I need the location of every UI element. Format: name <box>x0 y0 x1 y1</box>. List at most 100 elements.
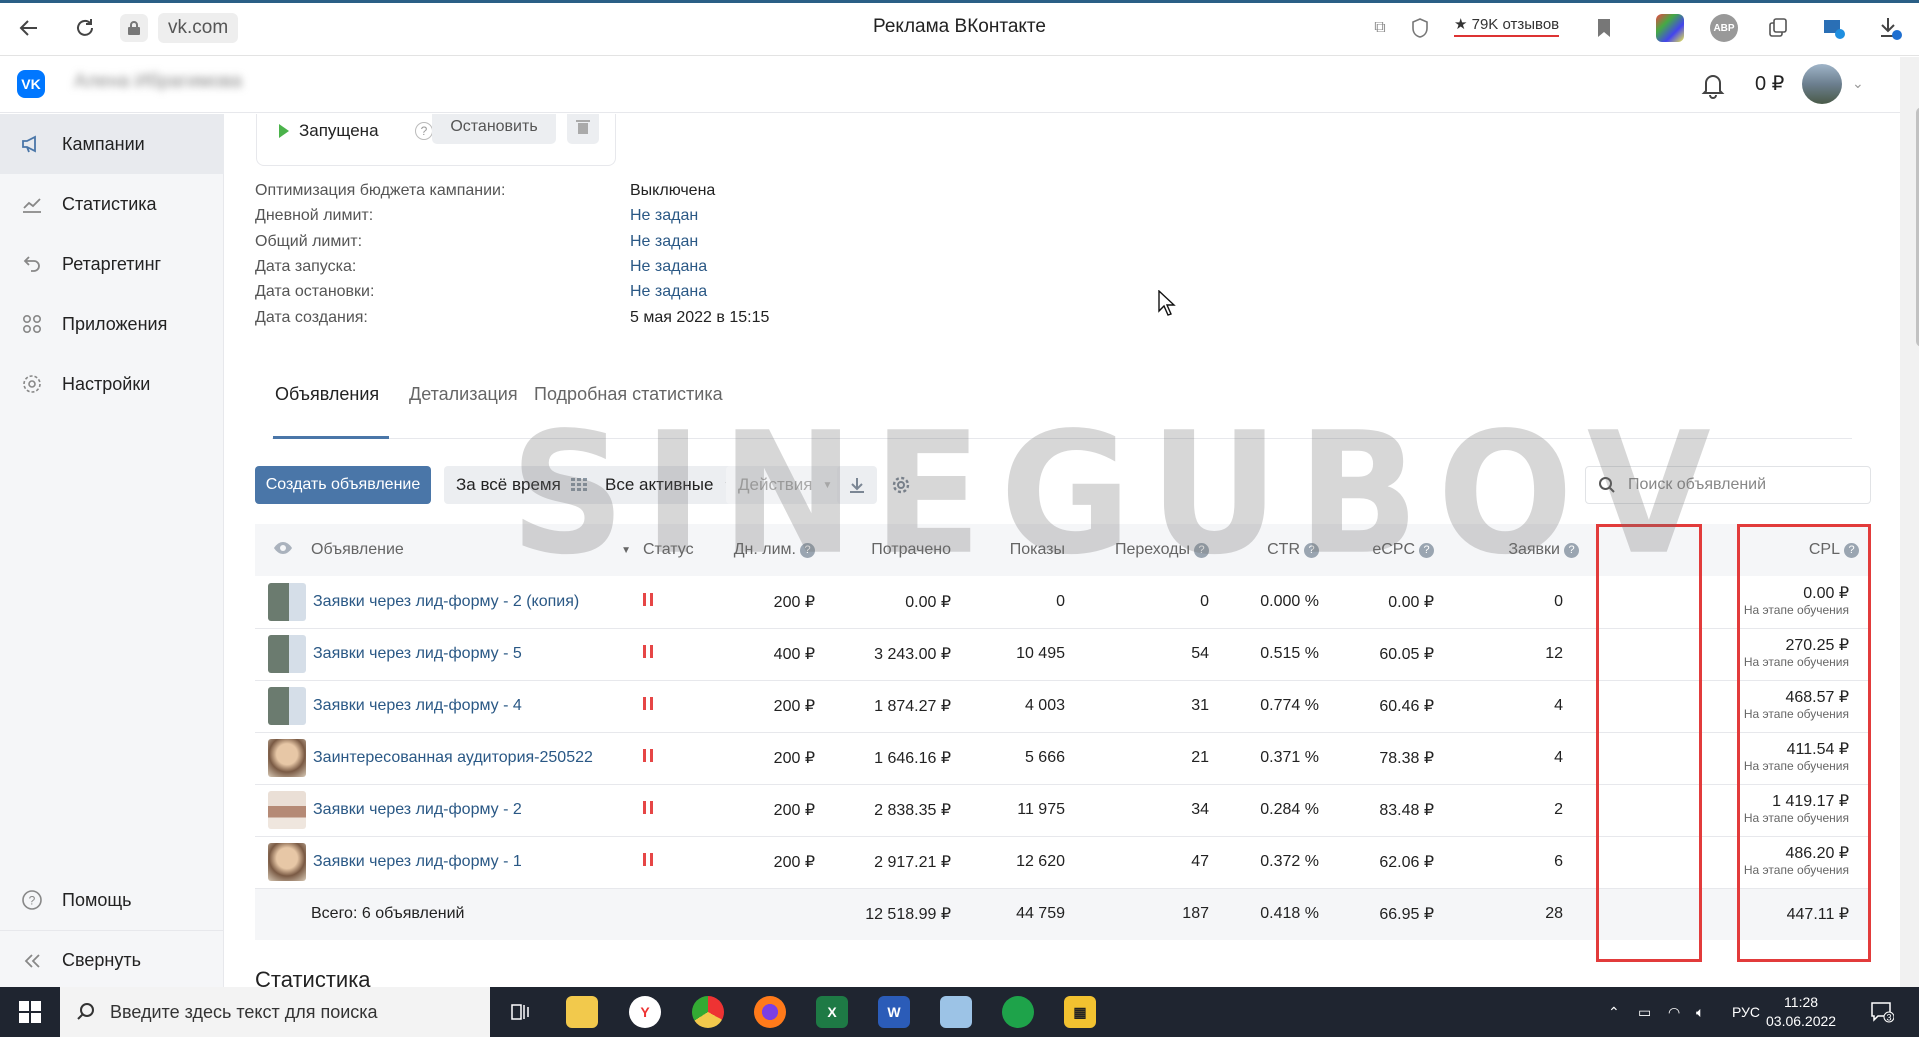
settings-gear-icon[interactable] <box>881 466 921 504</box>
ad-name-link[interactable]: Заявки через лид-форму - 1 <box>311 836 643 888</box>
ad-thumbnail[interactable] <box>268 635 306 673</box>
col-daily-limit[interactable]: Дн. лим.? <box>713 524 827 576</box>
col-shows[interactable]: Показы <box>963 524 1077 576</box>
taskbar-search[interactable]: Введите здесь текст для поиска <box>60 987 490 1037</box>
battery-icon[interactable]: ▭ <box>1638 987 1651 1037</box>
file-explorer-icon[interactable] <box>566 996 598 1028</box>
pause-icon[interactable] <box>643 592 653 606</box>
ad-thumbnail[interactable] <box>268 739 306 777</box>
pause-icon[interactable] <box>643 801 653 814</box>
tray-chevron-up-icon[interactable]: ⌃ <box>1608 987 1620 1037</box>
reviews-badge[interactable]: ★ 79K отзывов <box>1454 15 1560 37</box>
address-bar[interactable]: vk.com <box>120 12 239 44</box>
volume-icon[interactable]: 🔈︎ <box>1696 987 1704 1037</box>
extension-color-icon[interactable] <box>1656 14 1684 42</box>
back-icon[interactable] <box>15 14 43 42</box>
page-scrollbar[interactable] <box>1900 57 1919 987</box>
chevron-down-icon[interactable]: ⌄ <box>1852 75 1864 92</box>
help-icon[interactable]: ? <box>800 543 815 558</box>
col-leads[interactable]: Заявки? <box>1446 524 1591 576</box>
yandex-browser-icon[interactable]: Y <box>629 996 661 1028</box>
bookmark-icon[interactable] <box>1590 14 1618 42</box>
pause-icon[interactable] <box>643 853 653 866</box>
ad-thumbnail[interactable] <box>268 687 306 725</box>
col-ecpc[interactable]: eCPC? <box>1331 524 1446 576</box>
help-icon[interactable]: ? <box>1304 543 1319 558</box>
sidebar-help[interactable]: ? Помощь <box>0 870 224 930</box>
avatar[interactable] <box>1802 64 1842 104</box>
trash-icon[interactable] <box>567 114 599 144</box>
ads-search[interactable] <box>1585 466 1871 504</box>
pause-icon[interactable] <box>643 645 653 658</box>
tabs-icon[interactable]: ⧉ <box>1366 14 1394 42</box>
ad-name-link[interactable]: Заинтересованная аудитория-250522 <box>311 732 643 784</box>
prop-value-link[interactable]: Не задана <box>630 283 707 301</box>
task-view-icon[interactable] <box>504 996 536 1028</box>
account-balance[interactable]: 0 ₽ <box>1755 71 1784 96</box>
sidebar-item-apps[interactable]: Приложения <box>0 294 224 354</box>
downloads-icon[interactable] <box>1876 14 1904 42</box>
wifi-icon[interactable]: ◠ <box>1668 987 1680 1037</box>
word-icon[interactable]: W <box>878 996 910 1028</box>
protect-icon[interactable] <box>1406 14 1434 42</box>
prop-value-link[interactable]: Не задана <box>630 258 707 276</box>
actions-select[interactable]: Действия ▼ <box>726 466 845 504</box>
ad-thumbnail[interactable] <box>268 843 306 881</box>
taskbar-clock[interactable]: 11:28 03.06.2022 <box>1766 993 1836 1031</box>
stop-button[interactable]: Остановить <box>432 114 556 144</box>
language-indicator[interactable]: РУС <box>1732 987 1760 1037</box>
sidebar-collapse[interactable]: Свернуть <box>0 930 224 990</box>
vk-logo[interactable]: VK <box>17 70 45 98</box>
status-filter-select[interactable]: Все активные ▼ <box>593 466 746 504</box>
pause-icon[interactable] <box>643 697 653 710</box>
sidebar-item-settings[interactable]: Настройки <box>0 354 224 414</box>
tab-ads[interactable]: Объявления <box>275 384 379 405</box>
help-icon[interactable]: ? <box>1419 543 1434 558</box>
col-ad[interactable]: Объявление ▼ <box>311 524 643 576</box>
collections-icon[interactable] <box>1764 14 1792 42</box>
app-green-icon[interactable] <box>1002 996 1034 1028</box>
url-text[interactable]: vk.com <box>158 13 239 43</box>
col-spent[interactable]: Потрачено <box>827 524 963 576</box>
search-input[interactable] <box>1628 476 1858 494</box>
account-name[interactable]: Алена Ибрагимова <box>74 71 242 93</box>
notepad-icon[interactable] <box>940 996 972 1028</box>
sidebar-item-campaigns[interactable]: Кампании <box>0 114 224 174</box>
extension-blue-icon[interactable] <box>1820 14 1848 42</box>
ad-name-link[interactable]: Заявки через лид-форму - 2 (копия) <box>311 576 643 628</box>
ad-thumbnail[interactable] <box>268 791 306 829</box>
visibility-icon[interactable] <box>255 524 311 576</box>
download-icon[interactable] <box>837 466 877 504</box>
tab-detailed-stats[interactable]: Подробная статистика <box>534 384 723 405</box>
windows-start-icon[interactable] <box>0 987 60 1037</box>
status-help-icon[interactable]: ? <box>415 122 433 140</box>
reload-icon[interactable] <box>71 14 99 42</box>
cell-daily: 200 ₽ <box>773 698 815 715</box>
ad-name-link[interactable]: Заявки через лид-форму - 2 <box>311 784 643 836</box>
firefox-icon[interactable] <box>754 996 786 1028</box>
create-ad-button[interactable]: Создать объявление <box>255 466 431 504</box>
excel-icon[interactable]: X <box>816 996 848 1028</box>
sidebar-item-retargeting[interactable]: Ретаргетинг <box>0 234 224 294</box>
prop-value-link[interactable]: Не задан <box>630 207 698 225</box>
pause-icon[interactable] <box>643 749 653 762</box>
ad-thumbnail[interactable] <box>268 582 306 621</box>
col-clicks[interactable]: Переходы? <box>1077 524 1221 576</box>
chrome-icon[interactable] <box>692 996 724 1028</box>
help-icon[interactable]: ? <box>1194 543 1209 558</box>
col-ctr[interactable]: CTR? <box>1221 524 1331 576</box>
sidebar-item-statistics[interactable]: Статистика <box>0 174 224 234</box>
help-icon[interactable]: ? <box>1564 543 1579 558</box>
ad-name-link[interactable]: Заявки через лид-форму - 4 <box>311 680 643 732</box>
tab-details[interactable]: Детализация <box>409 384 518 405</box>
sort-caret-icon[interactable]: ▼ <box>621 545 631 556</box>
bell-icon[interactable] <box>1698 70 1728 100</box>
ad-name-link[interactable]: Заявки через лид-форму - 5 <box>311 628 643 680</box>
lock-icon[interactable] <box>120 14 148 42</box>
period-select[interactable]: За всё время <box>444 466 599 504</box>
notifications-icon[interactable]: 3 <box>1870 987 1894 1037</box>
adblock-icon[interactable]: ABP <box>1710 14 1738 42</box>
col-status[interactable]: Статус <box>643 524 713 576</box>
prop-value-link[interactable]: Не задан <box>630 233 698 251</box>
app-yellow-icon[interactable]: ▦ <box>1064 996 1096 1028</box>
